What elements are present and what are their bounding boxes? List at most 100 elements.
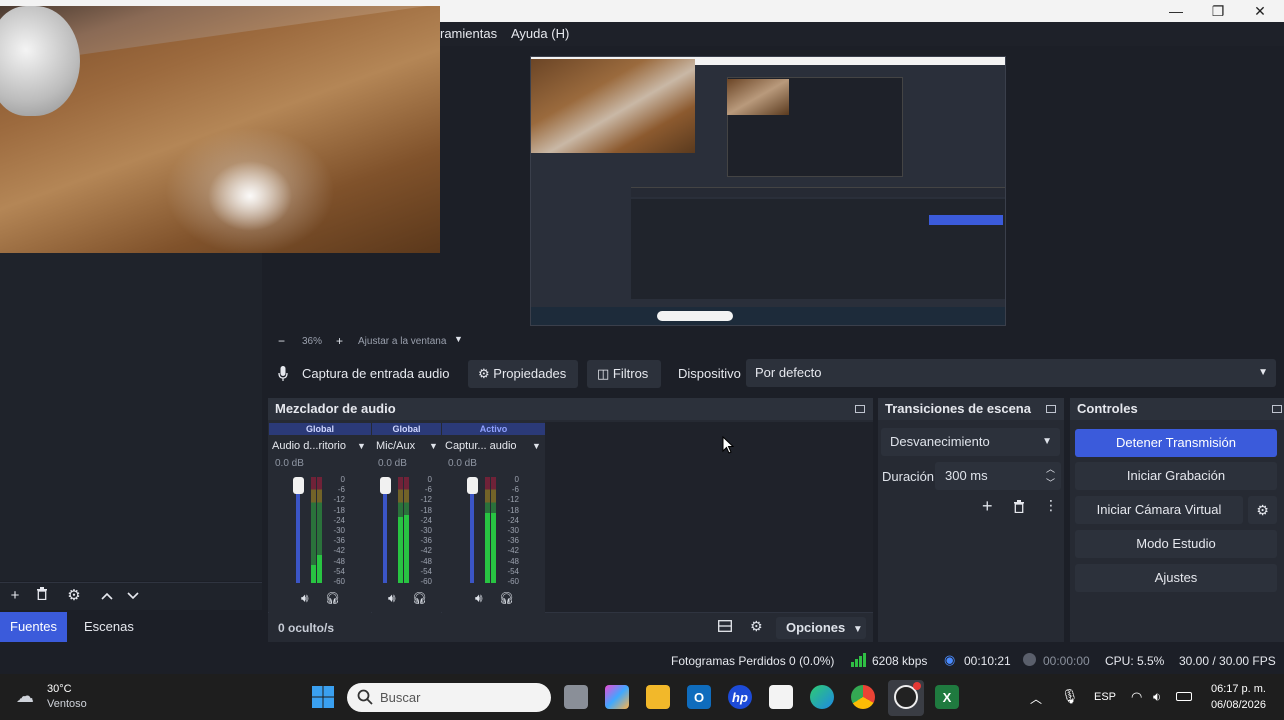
start-virtual-camera-button[interactable]: Iniciar Cámara Virtual — [1075, 496, 1243, 524]
battery-icon[interactable] — [1176, 692, 1192, 701]
scale-tick: -42 — [420, 546, 432, 556]
tab-scenes[interactable]: Escenas — [74, 612, 144, 642]
level-meter-mask — [398, 477, 403, 517]
scale-tick: -60 — [420, 577, 432, 587]
speaker-icon[interactable]: 🔊︎ — [301, 591, 309, 606]
volume-icon[interactable]: 🔉︎ — [1153, 689, 1161, 705]
headphones-icon[interactable]: 🎧︎ — [325, 591, 340, 605]
device-value: Por defecto — [755, 365, 822, 380]
settings-button[interactable]: Ajustes — [1075, 564, 1277, 592]
minimize-button[interactable]: — — [1154, 0, 1198, 22]
scale-tick: -18 — [420, 505, 432, 515]
tab-sources[interactable]: Fuentes — [0, 612, 67, 642]
move-up-icon[interactable] — [98, 587, 116, 605]
duration-input[interactable]: 300 ms ︿ ﹀ — [935, 462, 1061, 490]
document-icon[interactable] — [769, 685, 793, 709]
hidden-count: 0 oculto/s — [278, 621, 335, 635]
zoom-in-button[interactable]: + — [336, 334, 343, 348]
file-explorer-icon[interactable] — [646, 685, 670, 709]
stop-streaming-button[interactable]: Detener Transmisión — [1075, 429, 1277, 457]
zoom-dropdown-arrow-icon[interactable]: ▼ — [454, 334, 463, 344]
search-placeholder: Buscar — [380, 690, 421, 705]
language-indicator[interactable]: ESP — [1094, 691, 1116, 703]
mixer-channel: Global Audio d...ritorio ▼ 0.0 dB 0 -6 -12… — [269, 423, 371, 613]
chrome-icon[interactable] — [851, 685, 875, 709]
dock-float-icon[interactable] — [855, 405, 865, 413]
maximize-button[interactable]: ❐ — [1196, 0, 1240, 22]
device-label: Dispositivo — [678, 366, 741, 381]
clock-date[interactable]: 06/08/2026 — [1206, 699, 1266, 711]
dock-float-icon[interactable] — [1272, 405, 1282, 413]
headphones-icon[interactable]: 🎧︎ — [412, 591, 427, 605]
stepper-down-icon[interactable]: ﹀ — [1046, 469, 1055, 497]
add-source-icon[interactable]: + — [6, 587, 24, 605]
mixer-layout-icon[interactable] — [718, 620, 732, 634]
preview-nested-toolbar — [631, 187, 1005, 197]
channel-name[interactable]: Captur... audio — [442, 440, 545, 452]
mixer-settings-icon[interactable]: ⚙ — [750, 618, 763, 635]
fader-knob[interactable] — [467, 477, 478, 494]
add-transition-icon[interactable]: + — [982, 496, 993, 517]
menu-help[interactable]: Ayuda (H) — [511, 26, 569, 41]
headphones-icon[interactable]: 🎧︎ — [499, 591, 514, 605]
sources-list[interactable] — [0, 253, 262, 581]
options-button[interactable]: Opciones ▼ — [776, 617, 866, 639]
menu-tools[interactable]: ramientas — [440, 26, 497, 41]
scale-tick: -42 — [333, 546, 345, 556]
zoom-level: 36% — [302, 336, 323, 347]
device-select[interactable]: Por defecto ▼ — [746, 359, 1276, 387]
windows-start-icon[interactable] — [311, 685, 335, 709]
scale-tick: 0 — [427, 475, 432, 484]
properties-button[interactable]: ⚙ Propiedades — [468, 360, 578, 388]
speaker-icon[interactable]: 🔊︎ — [388, 591, 396, 606]
channel-menu-icon[interactable]: ▼ — [532, 441, 541, 451]
task-view-icon[interactable] — [564, 685, 588, 709]
channel-menu-icon[interactable]: ▼ — [357, 441, 366, 451]
chevron-up-icon[interactable]: ︿ — [1030, 690, 1042, 707]
source-name: Captura de entrada audio — [302, 366, 450, 381]
wifi-icon[interactable]: ◠ — [1131, 689, 1142, 705]
gear-icon: ⚙ — [1256, 502, 1269, 518]
virtual-camera-settings-button[interactable]: ⚙ — [1248, 496, 1277, 524]
scale-tick: -24 — [333, 515, 345, 525]
trash-icon[interactable] — [33, 587, 51, 605]
filters-button[interactable]: ◫ Filtros — [587, 360, 661, 388]
weather-temp[interactable]: 30°C — [47, 683, 72, 695]
microphone-tray-icon[interactable]: 🎙︎ — [1061, 688, 1079, 705]
dock-float-icon[interactable] — [1046, 405, 1056, 413]
preview-nested-docks — [631, 199, 1005, 299]
live-badge — [913, 682, 921, 690]
copilot-icon[interactable] — [605, 685, 629, 709]
clock-time[interactable]: 06:17 p. m. — [1210, 683, 1266, 695]
speaker-icon[interactable]: 🔊︎ — [475, 591, 483, 606]
start-recording-button[interactable]: Iniciar Grabación — [1075, 462, 1277, 490]
filters-label: Filtros — [612, 366, 649, 381]
fader-knob[interactable] — [380, 477, 391, 494]
zoom-out-button[interactable]: − — [278, 334, 285, 348]
more-options-icon[interactable]: ⋮ — [1044, 497, 1058, 514]
scale-tick: -18 — [333, 505, 345, 515]
channel-menu-icon[interactable]: ▼ — [429, 441, 438, 451]
trash-icon[interactable] — [1013, 500, 1025, 516]
excel-icon[interactable]: X — [935, 685, 959, 709]
taskbar-search[interactable]: Buscar — [347, 683, 551, 712]
channel-db: 0.0 dB — [448, 458, 477, 469]
close-button[interactable]: ✕ — [1238, 0, 1282, 22]
scale-tick: -54 — [420, 566, 432, 576]
chevron-down-icon: ▼ — [1042, 436, 1052, 447]
edge-icon[interactable] — [810, 685, 834, 709]
fader-knob[interactable] — [293, 477, 304, 494]
db-scale: 0 -6 -12 -18 -24 -30 -36 -42 -48 -54 -60 — [331, 475, 345, 587]
move-down-icon[interactable] — [124, 587, 142, 605]
outlook-icon[interactable]: O — [687, 685, 711, 709]
studio-mode-button[interactable]: Modo Estudio — [1075, 530, 1277, 558]
gear-icon[interactable]: ⚙ — [65, 587, 83, 605]
preview-canvas[interactable] — [530, 56, 1006, 326]
weather-condition[interactable]: Ventoso — [47, 698, 87, 710]
transition-select[interactable]: Desvanecimiento ▼ — [881, 428, 1060, 456]
channel-name[interactable]: Audio d...ritorio — [269, 440, 371, 452]
zoom-fit-dropdown[interactable]: Ajustar a la ventana — [358, 336, 446, 347]
hp-icon[interactable]: hp — [728, 685, 752, 709]
fps-readout: 30.00 / 30.00 FPS — [1179, 654, 1276, 668]
stream-icon: ◉ — [944, 652, 956, 667]
